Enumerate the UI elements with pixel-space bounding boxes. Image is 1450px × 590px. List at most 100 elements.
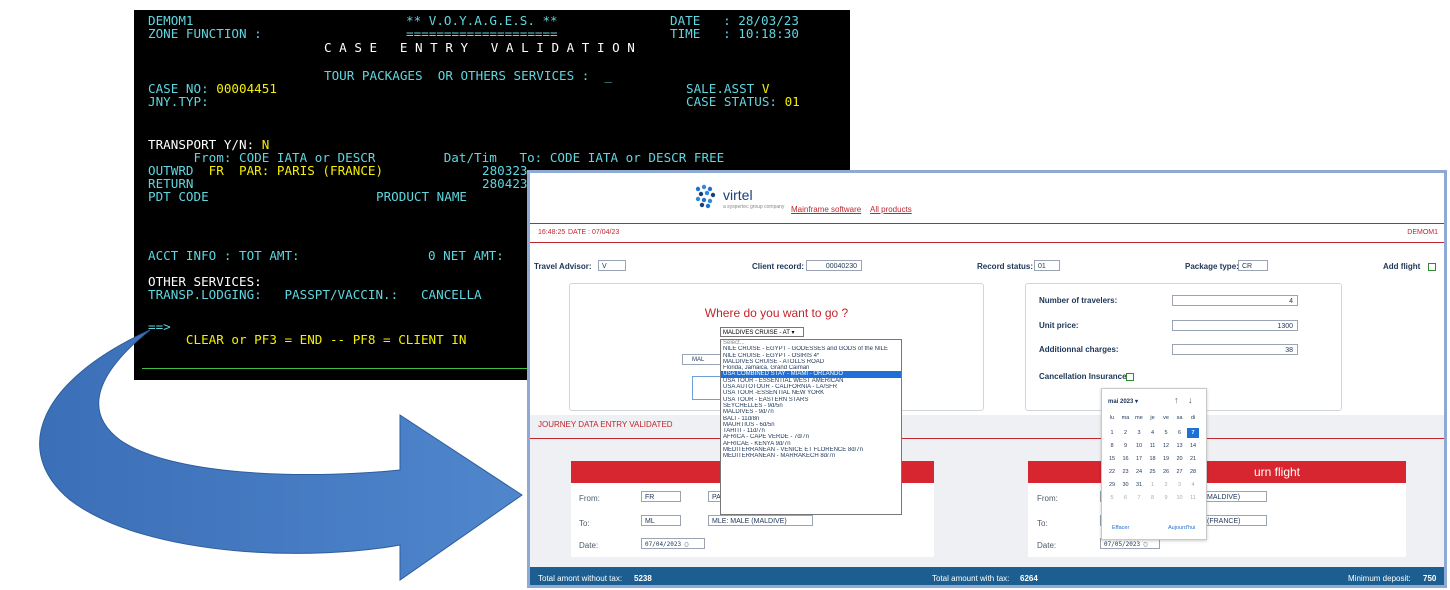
calendar-day[interactable]: 30: [1120, 480, 1132, 490]
outbound-to-label: To:: [579, 519, 590, 528]
calendar-day[interactable]: 19: [1160, 454, 1172, 464]
calendar-day[interactable]: 2: [1120, 428, 1132, 438]
calendar-day[interactable]: 4: [1187, 480, 1199, 490]
calendar-weekday: di: [1190, 415, 1196, 421]
arrow-up-icon[interactable]: ↑: [1174, 395, 1179, 405]
term-zone-function: ZONE FUNCTION :: [148, 26, 262, 41]
calendar-day[interactable]: 3: [1133, 428, 1145, 438]
calendar-day[interactable]: 28: [1187, 467, 1199, 477]
calendar-day[interactable]: 8: [1147, 493, 1159, 503]
term-outward-value[interactable]: FR PAR: PARIS (FRANCE): [209, 163, 383, 178]
outbound-from-code-input[interactable]: FR: [641, 491, 681, 502]
outbound-date-input[interactable]: 07/04/2023 ▢: [641, 538, 705, 549]
calendar-weekday: je: [1150, 415, 1155, 421]
term-function-keys: CLEAR or PF3 = END -- PF8 = CLIENT IN: [148, 332, 467, 347]
calendar-day[interactable]: 15: [1106, 454, 1118, 464]
calendar-month-select[interactable]: mai 2023 ▾: [1108, 398, 1138, 405]
calendar-day[interactable]: 25: [1147, 467, 1159, 477]
client-record-input[interactable]: 00040230: [806, 260, 862, 271]
term-separator-line: ====================: [406, 26, 558, 41]
calendar-day[interactable]: 9: [1160, 493, 1172, 503]
calendar-day[interactable]: 7: [1187, 428, 1199, 438]
destination-select-value: MALDIVES CRUISE - AT: [723, 330, 790, 336]
return-from-desc-input[interactable]: MALDIVE): [1203, 491, 1267, 502]
term-time-value: 10:18:30: [738, 26, 799, 41]
calendar-day[interactable]: 14: [1187, 441, 1199, 451]
record-status-input[interactable]: 01: [1034, 260, 1060, 271]
charges-input[interactable]: 38: [1172, 344, 1298, 355]
calendar-day[interactable]: 9: [1120, 441, 1132, 451]
unit-price-input[interactable]: 1300: [1172, 320, 1298, 331]
calendar-day[interactable]: 31: [1133, 480, 1145, 490]
add-flight-checkbox[interactable]: [1428, 263, 1436, 271]
outbound-date-label: Date:: [579, 541, 599, 550]
calendar-day[interactable]: 10: [1133, 441, 1145, 451]
calendar-day[interactable]: 18: [1147, 454, 1159, 464]
calendar-icon[interactable]: ▢: [685, 541, 689, 548]
outbound-to-desc-input[interactable]: MLE: MALE (MALDIVE): [708, 515, 813, 526]
calendar-day[interactable]: 29: [1106, 480, 1118, 490]
calendar-day[interactable]: 8: [1106, 441, 1118, 451]
with-tax-value: 6264: [1020, 574, 1038, 583]
calendar-day[interactable]: 1: [1106, 428, 1118, 438]
destination-dropdown-list[interactable]: Select... NILE CRUISE - EGYPT - GODESSES …: [720, 339, 902, 515]
calendar-day[interactable]: 4: [1147, 428, 1159, 438]
calendar-day[interactable]: 5: [1106, 493, 1118, 503]
calendar-day[interactable]: 1: [1147, 480, 1159, 490]
return-date-label: Date:: [1037, 541, 1057, 550]
term-return-date[interactable]: 280423: [482, 177, 528, 190]
package-type-input[interactable]: CR: [1238, 260, 1268, 271]
destination-code-input[interactable]: MAL: [682, 354, 724, 365]
calendar-day[interactable]: 11: [1187, 493, 1199, 503]
return-flight-card: urn flight From: MALDIVE) To: (FRANCE) D…: [1028, 461, 1406, 557]
calendar-day[interactable]: 3: [1174, 480, 1186, 490]
calendar-day[interactable]: 22: [1106, 467, 1118, 477]
calendar-day[interactable]: 17: [1133, 454, 1145, 464]
calendar-today-button[interactable]: Aujourd'hui: [1168, 525, 1195, 531]
calendar-day[interactable]: 16: [1120, 454, 1132, 464]
record-status-label: Record status:: [977, 262, 1034, 271]
chevron-down-icon: ▾: [791, 330, 795, 336]
destination-option[interactable]: MEDITERRANEAN - MARRAKECH 8d/7n: [721, 453, 901, 459]
nav-link-mainframe[interactable]: Mainframe software: [791, 205, 861, 214]
calendar-icon[interactable]: ▢: [1144, 541, 1148, 548]
advisor-input[interactable]: V: [598, 260, 626, 271]
calendar-day[interactable]: 20: [1174, 454, 1186, 464]
calendar-day[interactable]: 11: [1147, 441, 1159, 451]
calendar-day[interactable]: 21: [1187, 454, 1199, 464]
client-record-label: Client record:: [752, 262, 805, 271]
virtel-logo-icon: [695, 184, 716, 209]
insurance-checkbox[interactable]: [1126, 373, 1134, 381]
term-status-value: 01: [784, 94, 800, 109]
calendar-day[interactable]: 6: [1174, 428, 1186, 438]
deposit-value: 750: [1423, 574, 1437, 583]
calendar-day[interactable]: 23: [1120, 467, 1132, 477]
calendar-day[interactable]: 24: [1133, 467, 1145, 477]
travelers-input[interactable]: 4: [1172, 295, 1298, 306]
term-pdt-code: PDT CODE: [148, 189, 209, 204]
destination-option[interactable]: NILE CRUISE - EGYPT - GODESSES and GODS …: [721, 346, 901, 352]
calendar-day[interactable]: 7: [1133, 493, 1145, 503]
calendar-day[interactable]: 26: [1160, 467, 1172, 477]
calendar-day[interactable]: 6: [1120, 493, 1132, 503]
arrow-down-icon[interactable]: ↓: [1188, 395, 1193, 405]
term-transp-lodging: TRANSP.LODGING: PASSPT/VACCIN.: CANCELLA: [148, 287, 482, 302]
calendar-clear-button[interactable]: Effacer: [1112, 525, 1129, 531]
calendar-day[interactable]: 2: [1160, 480, 1172, 490]
nav-link-products[interactable]: All products: [870, 205, 912, 214]
return-to-desc-input[interactable]: (FRANCE): [1203, 515, 1267, 526]
term-product-name: PRODUCT NAME: [376, 189, 467, 204]
return-to-label: To:: [1037, 519, 1048, 528]
validation-message: JOURNEY DATA ENTRY VALIDATED: [538, 420, 673, 429]
calendar-day[interactable]: 12: [1160, 441, 1172, 451]
no-tax-label: Total amont without tax:: [538, 574, 623, 583]
calendar-day[interactable]: 10: [1174, 493, 1186, 503]
destination-select[interactable]: MALDIVES CRUISE - AT ▾: [720, 327, 804, 337]
calendar-day[interactable]: 27: [1174, 467, 1186, 477]
term-case-value: 00004451: [216, 81, 277, 96]
term-services-prompt[interactable]: TOUR PACKAGES OR OTHERS SERVICES : _: [324, 69, 612, 82]
term-acct-info: ACCT INFO : TOT AMT:: [148, 248, 300, 263]
outbound-to-code-input[interactable]: ML: [641, 515, 681, 526]
calendar-day[interactable]: 5: [1160, 428, 1172, 438]
calendar-day[interactable]: 13: [1174, 441, 1186, 451]
